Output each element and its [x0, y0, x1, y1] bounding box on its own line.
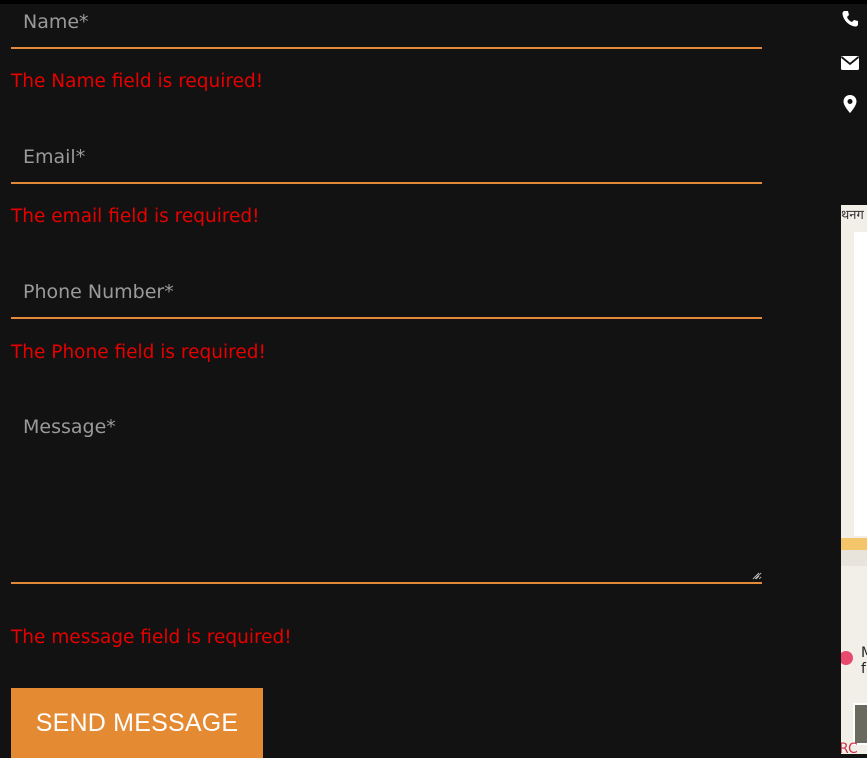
message-textarea[interactable]	[11, 403, 762, 580]
phone-field-wrapper	[11, 268, 762, 319]
map-overlay-panel	[854, 232, 867, 536]
email-error-message: The email field is required!	[11, 206, 260, 227]
send-message-button[interactable]: SEND MESSAGE	[11, 688, 263, 758]
email-field-wrapper	[11, 134, 762, 184]
name-field-wrapper	[11, 0, 762, 49]
resize-handle-icon[interactable]	[752, 572, 760, 580]
map-place-label-bottom: RC	[841, 741, 858, 754]
phone-icon	[842, 11, 858, 27]
name-error-message: The Name field is required!	[11, 71, 264, 92]
embedded-map[interactable]: थनग M f RC	[841, 205, 867, 754]
message-error-message: The message field is required!	[11, 627, 292, 648]
map-place-label-line2: f	[861, 661, 866, 677]
map-place-label: M f	[861, 645, 867, 677]
message-field-wrapper	[11, 403, 762, 584]
map-place-label-line1: M	[861, 645, 867, 661]
map-pin-icon[interactable]	[841, 651, 853, 665]
email-input[interactable]	[11, 134, 762, 180]
phone-input[interactable]	[11, 268, 762, 315]
envelope-icon	[840, 56, 860, 70]
map-road-secondary	[841, 550, 867, 566]
map-marker-icon	[843, 95, 857, 113]
map-place-label-top: थनग	[841, 208, 864, 223]
map-photo-thumbnail[interactable]	[853, 703, 867, 745]
name-input[interactable]	[11, 0, 762, 43]
phone-error-message: The Phone field is required!	[11, 342, 266, 363]
